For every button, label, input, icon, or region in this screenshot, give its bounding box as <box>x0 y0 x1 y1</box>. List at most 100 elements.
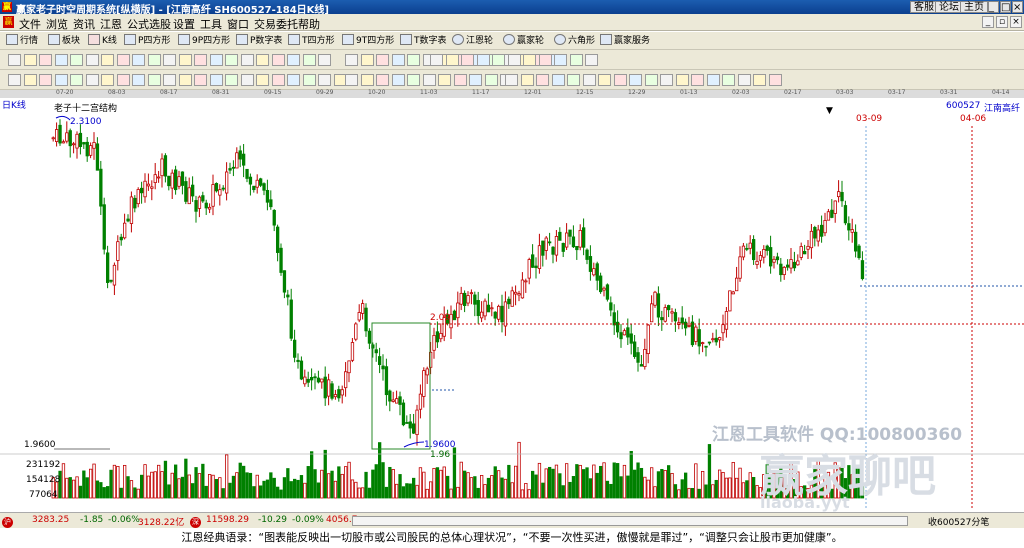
maximize-icon[interactable]: □ <box>1000 1 1011 13</box>
draw-tool-icon-18[interactable] <box>287 54 300 66</box>
period-tool-icon-13[interactable] <box>209 74 223 86</box>
period-tool-icon-8[interactable] <box>132 74 145 86</box>
analysis-tool-icon-12[interactable] <box>691 74 704 86</box>
period-tool-icon-12[interactable] <box>194 74 207 86</box>
gann-tool-icon-2[interactable] <box>376 74 389 86</box>
tool-p-square[interactable]: P四方形 <box>124 34 170 48</box>
period-tool-icon-4[interactable] <box>70 74 83 86</box>
gann-tool-icon-6[interactable] <box>438 74 451 86</box>
draw-tool-icon-13[interactable] <box>209 54 223 66</box>
analysis-tool-icon-14[interactable] <box>722 74 735 86</box>
draw-tool-icon-16[interactable] <box>256 54 269 66</box>
tool-sector[interactable]: 板块 <box>48 34 80 48</box>
menu-browse[interactable]: 浏览 <box>46 16 68 32</box>
tool-p-table[interactable]: P数字表 <box>236 34 282 48</box>
menu-trade[interactable]: 交易委托 <box>254 16 298 32</box>
minimize-icon[interactable]: _ <box>988 1 999 13</box>
draw-tool-icon-7[interactable] <box>116 54 130 66</box>
indicator-tool-icon-8[interactable] <box>554 54 567 66</box>
analysis-tool-icon-11[interactable] <box>675 74 689 86</box>
tool-winner-service[interactable]: 赢家服务 <box>600 34 650 48</box>
close-icon[interactable]: × <box>1012 1 1023 13</box>
draw-tool-icon-15[interactable] <box>240 54 254 66</box>
draw-tool-icon-8[interactable] <box>132 54 145 66</box>
menu-window[interactable]: 窗口 <box>227 16 249 32</box>
analysis-tool-icon-4[interactable] <box>567 74 580 86</box>
indicator-tool-icon-5[interactable] <box>507 54 521 66</box>
period-tool-icon-1[interactable] <box>23 74 37 86</box>
line-tool-icon-1[interactable] <box>360 54 374 66</box>
indicator-tool-icon-10[interactable] <box>585 54 598 66</box>
period-tool-icon-6[interactable] <box>101 74 114 86</box>
draw-tool-icon-17[interactable] <box>271 54 285 66</box>
indicator-tool-icon-9[interactable] <box>569 54 583 66</box>
line-tool-icon-0[interactable] <box>345 54 358 66</box>
tool-quote[interactable]: 行情 <box>6 34 38 48</box>
analysis-tool-icon-3[interactable] <box>551 74 565 86</box>
analysis-tool-icon-17[interactable] <box>768 74 782 86</box>
gann-tool-icon-5[interactable] <box>422 74 436 86</box>
indicator-tool-icon-0[interactable] <box>430 54 443 66</box>
tool-t-table[interactable]: T数字表 <box>400 34 447 48</box>
draw-tool-icon-6[interactable] <box>101 54 114 66</box>
indicator-tool-icon-3[interactable] <box>476 54 490 66</box>
period-tool-icon-17[interactable] <box>271 74 285 86</box>
line-tool-icon-3[interactable] <box>391 54 405 66</box>
analysis-tool-icon-6[interactable] <box>598 74 611 86</box>
draw-tool-icon-3[interactable] <box>54 54 68 66</box>
dropdown-arrow-icon[interactable]: ▼ <box>826 106 833 116</box>
menu-gann[interactable]: 江恩 <box>100 16 122 32</box>
horizontal-scrollbar[interactable] <box>352 516 908 526</box>
menu-tools[interactable]: 工具 <box>200 16 222 32</box>
gann-tool-icon-4[interactable] <box>407 74 420 86</box>
analysis-tool-icon-15[interactable] <box>737 74 751 86</box>
menu-file[interactable]: 文件 <box>19 16 41 32</box>
period-tool-icon-11[interactable] <box>178 74 192 86</box>
period-tool-icon-20[interactable] <box>318 74 331 86</box>
line-tool-icon-4[interactable] <box>407 54 420 66</box>
draw-tool-icon-1[interactable] <box>23 54 37 66</box>
service-button[interactable]: 客服 <box>910 1 938 13</box>
chart-canvas[interactable] <box>0 98 1024 512</box>
period-tool-icon-9[interactable] <box>147 74 161 86</box>
draw-tool-icon-19[interactable] <box>302 54 316 66</box>
child-restore-icon[interactable]: ▫ <box>996 16 1008 28</box>
draw-tool-icon-20[interactable] <box>318 54 331 66</box>
gann-tool-icon-9[interactable] <box>484 74 498 86</box>
period-tool-icon-15[interactable] <box>240 74 254 86</box>
draw-tool-icon-5[interactable] <box>85 54 99 66</box>
indicator-tool-icon-1[interactable] <box>445 54 459 66</box>
tool-t-square[interactable]: T四方形 <box>288 34 335 48</box>
analysis-tool-icon-9[interactable] <box>644 74 658 86</box>
draw-tool-icon-11[interactable] <box>178 54 192 66</box>
draw-tool-icon-4[interactable] <box>70 54 83 66</box>
gann-tool-icon-7[interactable] <box>453 74 467 86</box>
period-tool-icon-19[interactable] <box>302 74 316 86</box>
analysis-tool-icon-13[interactable] <box>706 74 720 86</box>
child-minimize-icon[interactable]: _ <box>982 16 994 28</box>
tool-gann-wheel[interactable]: 江恩轮 <box>452 34 493 48</box>
analysis-tool-icon-8[interactable] <box>629 74 642 86</box>
indicator-tool-icon-4[interactable] <box>492 54 505 66</box>
indicator-tool-icon-2[interactable] <box>461 54 474 66</box>
gann-tool-icon-3[interactable] <box>391 74 405 86</box>
gann-tool-icon-8[interactable] <box>469 74 482 86</box>
menu-formula[interactable]: 公式选股 <box>127 16 171 32</box>
gann-tool-icon-1[interactable] <box>360 74 374 86</box>
tool-9t-square[interactable]: 9T四方形 <box>342 34 394 48</box>
draw-tool-icon-14[interactable] <box>225 54 238 66</box>
analysis-tool-icon-10[interactable] <box>660 74 673 86</box>
tool-kline[interactable]: K线 <box>88 34 117 48</box>
analysis-tool-icon-5[interactable] <box>582 74 596 86</box>
draw-tool-icon-2[interactable] <box>39 54 52 66</box>
period-tool-icon-7[interactable] <box>116 74 130 86</box>
period-tool-icon-3[interactable] <box>54 74 68 86</box>
analysis-tool-icon-2[interactable] <box>536 74 549 86</box>
period-tool-icon-2[interactable] <box>39 74 52 86</box>
homepage-button[interactable]: 主页 <box>960 1 988 13</box>
draw-tool-icon-12[interactable] <box>194 54 207 66</box>
period-tool-icon-18[interactable] <box>287 74 300 86</box>
analysis-tool-icon-16[interactable] <box>753 74 766 86</box>
analysis-tool-icon-7[interactable] <box>613 74 627 86</box>
period-tool-icon-14[interactable] <box>225 74 238 86</box>
